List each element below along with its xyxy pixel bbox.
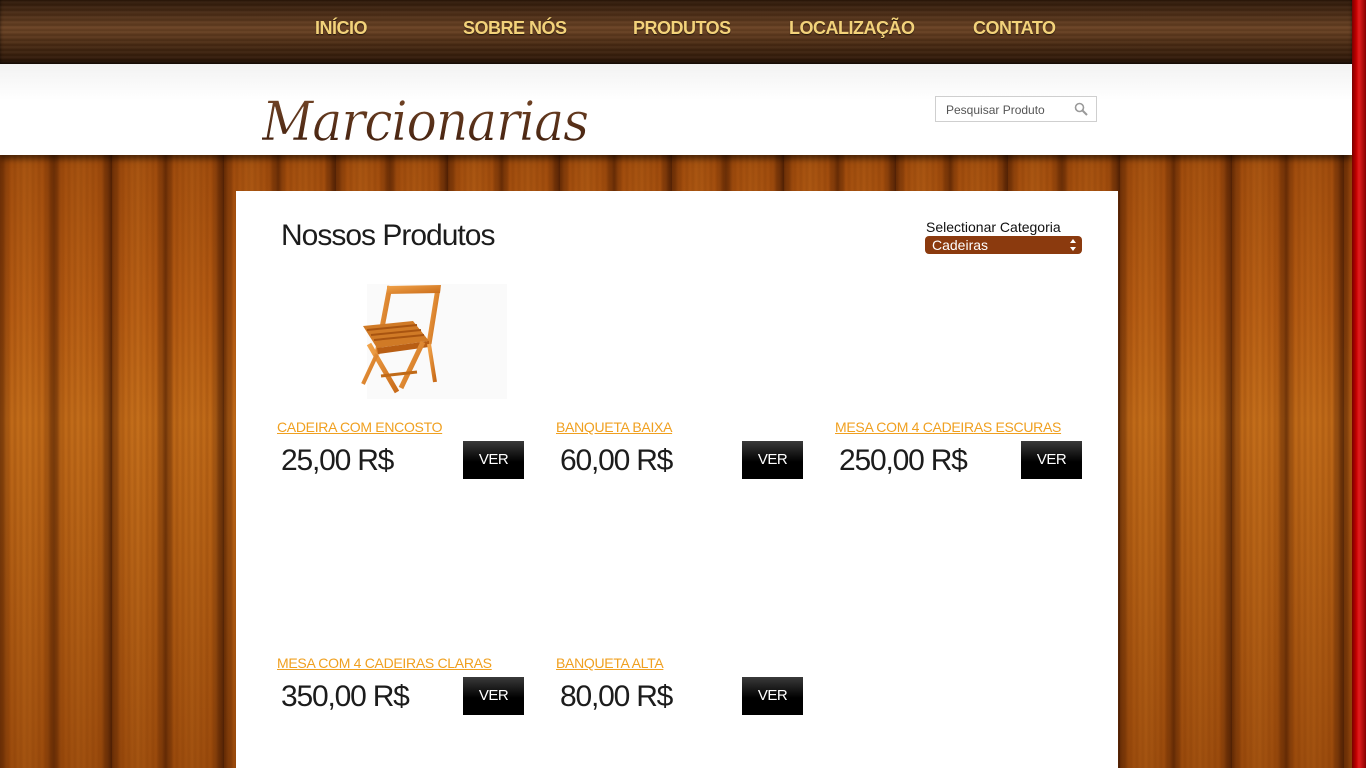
- product-card: MESA COM 4 CADEIRAS ESCURAS 250,00 R$ VE…: [835, 284, 1082, 504]
- product-price: 80,00 R$: [560, 680, 673, 713]
- product-price: 60,00 R$: [560, 444, 673, 477]
- view-product-button[interactable]: VER: [742, 677, 803, 715]
- search-input[interactable]: [944, 98, 1078, 122]
- search-box: [935, 96, 1097, 122]
- product-card: MESA COM 4 CADEIRAS CLARAS 350,00 R$ VER: [277, 520, 524, 740]
- category-selected-value: Cadeiras: [932, 237, 989, 253]
- folding-chair-image: [361, 284, 507, 399]
- nav-item-sobre-nos[interactable]: SOBRE NÓS: [463, 18, 567, 44]
- right-edge-decoration: [1352, 0, 1366, 768]
- search-icon[interactable]: [1074, 102, 1088, 116]
- site-header: Marcionarias: [0, 64, 1352, 155]
- product-image[interactable]: [357, 284, 507, 399]
- select-arrows-icon: [1070, 239, 1076, 251]
- product-price: 350,00 R$: [281, 680, 410, 713]
- nav-item-produtos[interactable]: PRODUTOS: [633, 18, 731, 44]
- svg-text:Marcionarias: Marcionarias: [262, 90, 588, 150]
- view-product-button[interactable]: VER: [463, 677, 524, 715]
- products-panel: Nossos Produtos Selectionar Categoria Ca…: [236, 191, 1118, 768]
- product-card: BANQUETA BAIXA 60,00 R$ VER: [556, 284, 803, 504]
- category-select[interactable]: Cadeiras: [925, 236, 1082, 254]
- nav-item-localizacao[interactable]: LOCALIZAÇÃO: [789, 18, 915, 44]
- product-name[interactable]: CADEIRA COM ENCOSTO: [277, 419, 442, 435]
- top-navigation: INÍCIO SOBRE NÓS PRODUTOS LOCALIZAÇÃO CO…: [0, 0, 1352, 64]
- product-name[interactable]: BANQUETA ALTA: [556, 655, 664, 671]
- product-name[interactable]: MESA COM 4 CADEIRAS CLARAS: [277, 655, 492, 671]
- view-product-button[interactable]: VER: [463, 441, 524, 479]
- product-price: 250,00 R$: [839, 444, 968, 477]
- product-card: CADEIRA COM ENCOSTO 25,00 R$ VER: [277, 284, 524, 504]
- nav-item-contato[interactable]: CONTATO: [973, 18, 1056, 44]
- product-price: 25,00 R$: [281, 444, 394, 477]
- category-label: Selectionar Categoria: [926, 219, 1061, 235]
- view-product-button[interactable]: VER: [1021, 441, 1082, 479]
- view-product-button[interactable]: VER: [742, 441, 803, 479]
- site-logo[interactable]: Marcionarias: [261, 72, 592, 154]
- product-name[interactable]: MESA COM 4 CADEIRAS ESCURAS: [835, 419, 1061, 435]
- nav-item-inicio[interactable]: INÍCIO: [315, 18, 368, 44]
- product-name[interactable]: BANQUETA BAIXA: [556, 419, 672, 435]
- page-title: Nossos Produtos: [281, 219, 495, 252]
- product-card: BANQUETA ALTA 80,00 R$ VER: [556, 520, 803, 740]
